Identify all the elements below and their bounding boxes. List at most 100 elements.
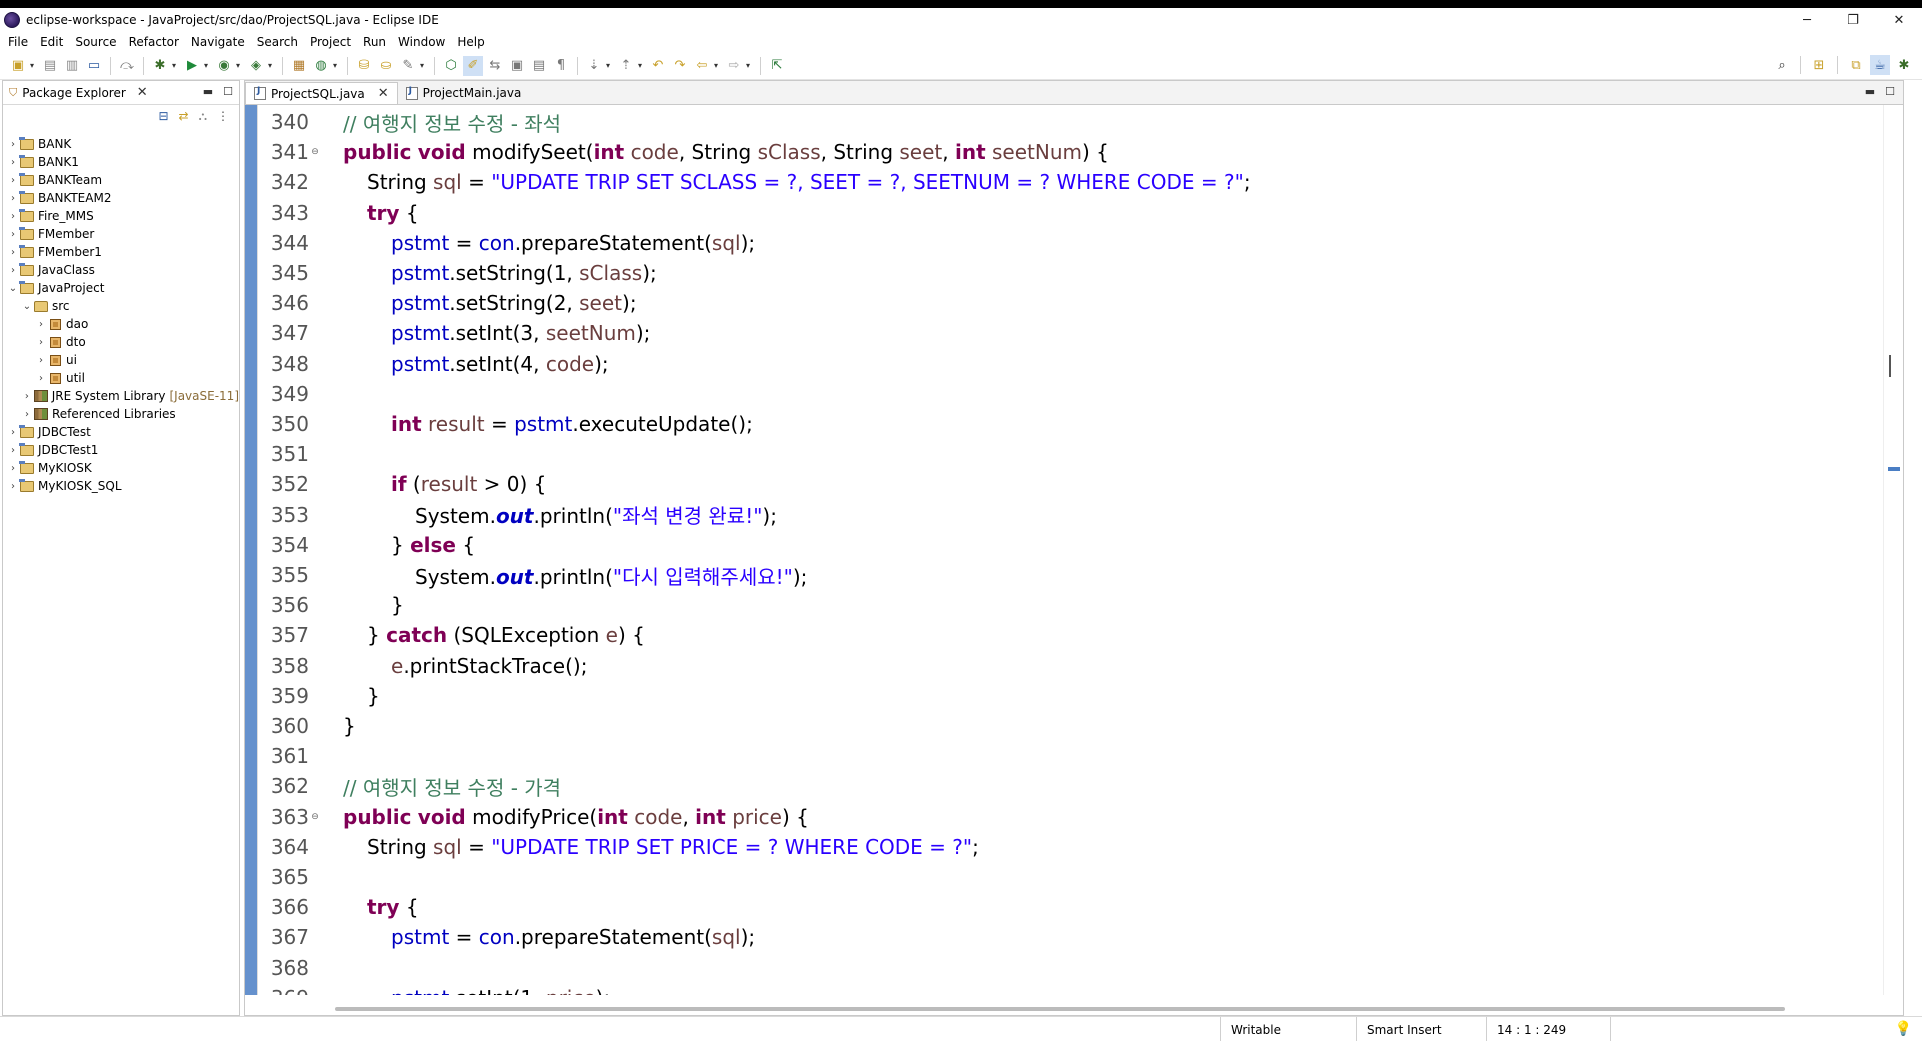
code-line[interactable]: 353 System.out.println("좌석 변경 완료!"); [257, 500, 777, 530]
back-dropdown-icon[interactable]: ▾ [714, 61, 722, 70]
menu-search[interactable]: Search [251, 35, 304, 49]
next-annotation-icon[interactable]: ⇣ [584, 56, 604, 76]
fold-collapse-icon[interactable]: ⊖ [309, 812, 321, 822]
tab-package-explorer[interactable]: ⛉ Package Explorer ✕ [3, 81, 154, 105]
chevron-right-icon[interactable]: › [7, 175, 19, 186]
code-line[interactable]: 352 if (result > 0) { [257, 469, 547, 499]
menu-source[interactable]: Source [69, 35, 122, 49]
menu-run[interactable]: Run [357, 35, 392, 49]
tree-item[interactable]: › JRE System Library [JavaSE-11] [3, 387, 239, 405]
run-dropdown-icon[interactable]: ▾ [204, 61, 212, 70]
coverage-dropdown-icon[interactable]: ▾ [236, 61, 244, 70]
terminal-icon[interactable]: ▭ [84, 56, 104, 76]
tab-projectsql-java[interactable]: ProjectSQL.java ✕ [245, 82, 398, 104]
code-line[interactable]: 366 try { [257, 892, 419, 922]
chevron-right-icon[interactable]: › [7, 481, 19, 492]
toggle-block-selection-icon[interactable]: ⇆ [485, 56, 505, 76]
open-perspective-icon[interactable]: ⊞ [1809, 55, 1829, 75]
minimize-icon[interactable]: ▬ [1865, 85, 1875, 98]
tree-item[interactable]: › Referenced Libraries [3, 405, 239, 423]
pilcrow-icon[interactable]: ¶ [551, 56, 571, 76]
menu-file[interactable]: File [2, 35, 34, 49]
coverage-icon[interactable]: ◉ [214, 56, 234, 76]
status-insert-mode[interactable]: Smart Insert [1356, 1017, 1486, 1041]
tree-item[interactable]: › ui [3, 351, 239, 369]
chevron-right-icon[interactable]: › [7, 193, 19, 204]
save-icon[interactable]: ▤ [40, 56, 60, 76]
overview-ruler[interactable] [1883, 105, 1903, 995]
maximize-icon[interactable]: ☐ [1885, 85, 1895, 98]
forward-dropdown-icon[interactable]: ▾ [746, 61, 754, 70]
chevron-right-icon[interactable]: › [35, 355, 47, 366]
menu-edit[interactable]: Edit [34, 35, 69, 49]
status-cursor-position[interactable]: 14 : 1 : 249 [1486, 1017, 1610, 1041]
tree-item[interactable]: ⌄ src [3, 297, 239, 315]
chevron-right-icon[interactable]: › [7, 265, 19, 276]
previous-annotation-dropdown-icon[interactable]: ▾ [638, 61, 646, 70]
tree-item[interactable]: › BANKTeam [3, 171, 239, 189]
code-line[interactable]: 341 ⊖ public void modifySeet(int code, Str… [257, 137, 1109, 167]
tree-item[interactable]: › JavaClass [3, 261, 239, 279]
forward-edit-icon[interactable]: ↷ [670, 56, 690, 76]
chevron-down-icon[interactable]: ⌄ [21, 301, 33, 312]
minimize-icon[interactable]: ─ [1784, 8, 1830, 32]
lightbulb-icon[interactable]: 💡 [1895, 1021, 1912, 1037]
code-line[interactable]: 340 // 여행지 정보 수정 - 좌석 [257, 107, 561, 137]
code-line[interactable]: 359} [257, 681, 380, 711]
tree-item[interactable]: › JDBCTest [3, 423, 239, 441]
new-java-class-icon[interactable]: ◍ [311, 56, 331, 76]
java-ee-perspective-icon[interactable]: ⧉ [1846, 55, 1866, 75]
open-type-icon[interactable]: ⛁ [354, 56, 374, 76]
restore-icon[interactable]: ❐ [1830, 8, 1876, 32]
tree-item[interactable]: › JDBCTest1 [3, 441, 239, 459]
code-line[interactable]: 364 String sql = "UPDATE TRIP SET PRICE =… [257, 832, 979, 862]
filters-icon[interactable]: ⛬ [199, 109, 207, 124]
code-line[interactable]: 349 [257, 379, 343, 409]
chevron-down-icon[interactable]: ⌄ [7, 283, 19, 294]
code-line[interactable]: 361 [257, 741, 343, 771]
new-icon[interactable]: ▣ [8, 56, 28, 76]
occurrence-marker[interactable] [1888, 467, 1900, 471]
code-line[interactable]: 346 pstmt.setString(2, seet); [257, 288, 637, 318]
pin-editor-icon[interactable]: ⇱ [767, 56, 787, 76]
tree-item[interactable]: › FMember [3, 225, 239, 243]
tree-item[interactable]: › BANK1 [3, 153, 239, 171]
code-line[interactable]: 363 ⊖ public void modifyPrice(int code, in… [257, 802, 809, 832]
close-icon[interactable]: ✕ [1876, 8, 1922, 32]
chevron-right-icon[interactable]: › [35, 319, 47, 330]
tree-item[interactable]: › dto [3, 333, 239, 351]
chevron-right-icon[interactable]: › [21, 409, 33, 420]
chevron-right-icon[interactable]: › [7, 247, 19, 258]
java-perspective-icon[interactable]: ☕ [1870, 55, 1890, 75]
open-task-icon[interactable]: ⛀ [376, 56, 396, 76]
view-menu-icon[interactable]: ⋮ [217, 109, 229, 123]
tree-item[interactable]: › BANK [3, 135, 239, 153]
search-icon[interactable]: ⌕ [1772, 55, 1792, 75]
external-tools-dropdown-icon[interactable]: ▾ [268, 61, 276, 70]
code-line[interactable]: 368 [257, 953, 343, 983]
menu-window[interactable]: Window [392, 35, 451, 49]
code-line[interactable]: 354} else { [257, 530, 475, 560]
code-line[interactable]: 348 pstmt.setInt(4, code); [257, 349, 609, 379]
previous-annotation-icon[interactable]: ⇡ [616, 56, 636, 76]
search-tool-icon[interactable]: ✎ [398, 56, 418, 76]
code-line[interactable]: 351 [257, 439, 343, 469]
new-java-package-icon[interactable]: ▦ [289, 56, 309, 76]
tree-item[interactable]: › MyKIOSK_SQL [3, 477, 239, 495]
back-icon[interactable]: ⇦ [692, 56, 712, 76]
chevron-right-icon[interactable]: › [7, 463, 19, 474]
chevron-right-icon[interactable]: › [7, 229, 19, 240]
new-class-dropdown-icon[interactable]: ▾ [333, 61, 341, 70]
chevron-right-icon[interactable]: › [21, 391, 33, 402]
code-line[interactable]: 356} [257, 590, 404, 620]
minimize-icon[interactable]: ▬ [203, 85, 213, 98]
code-line[interactable]: 350 int result = pstmt.executeUpdate(); [257, 409, 753, 439]
menu-help[interactable]: Help [451, 35, 490, 49]
tree-item[interactable]: › BANKTEAM2 [3, 189, 239, 207]
code-line[interactable]: 355 System.out.println("다시 입력해주세요!"); [257, 560, 808, 590]
new-dropdown-icon[interactable]: ▾ [30, 61, 38, 70]
skip-breakpoints-icon[interactable]: ⤼ [117, 56, 137, 76]
search-dropdown-icon[interactable]: ▾ [420, 61, 428, 70]
run-icon[interactable]: ▶ [182, 56, 202, 76]
chevron-right-icon[interactable]: › [35, 337, 47, 348]
